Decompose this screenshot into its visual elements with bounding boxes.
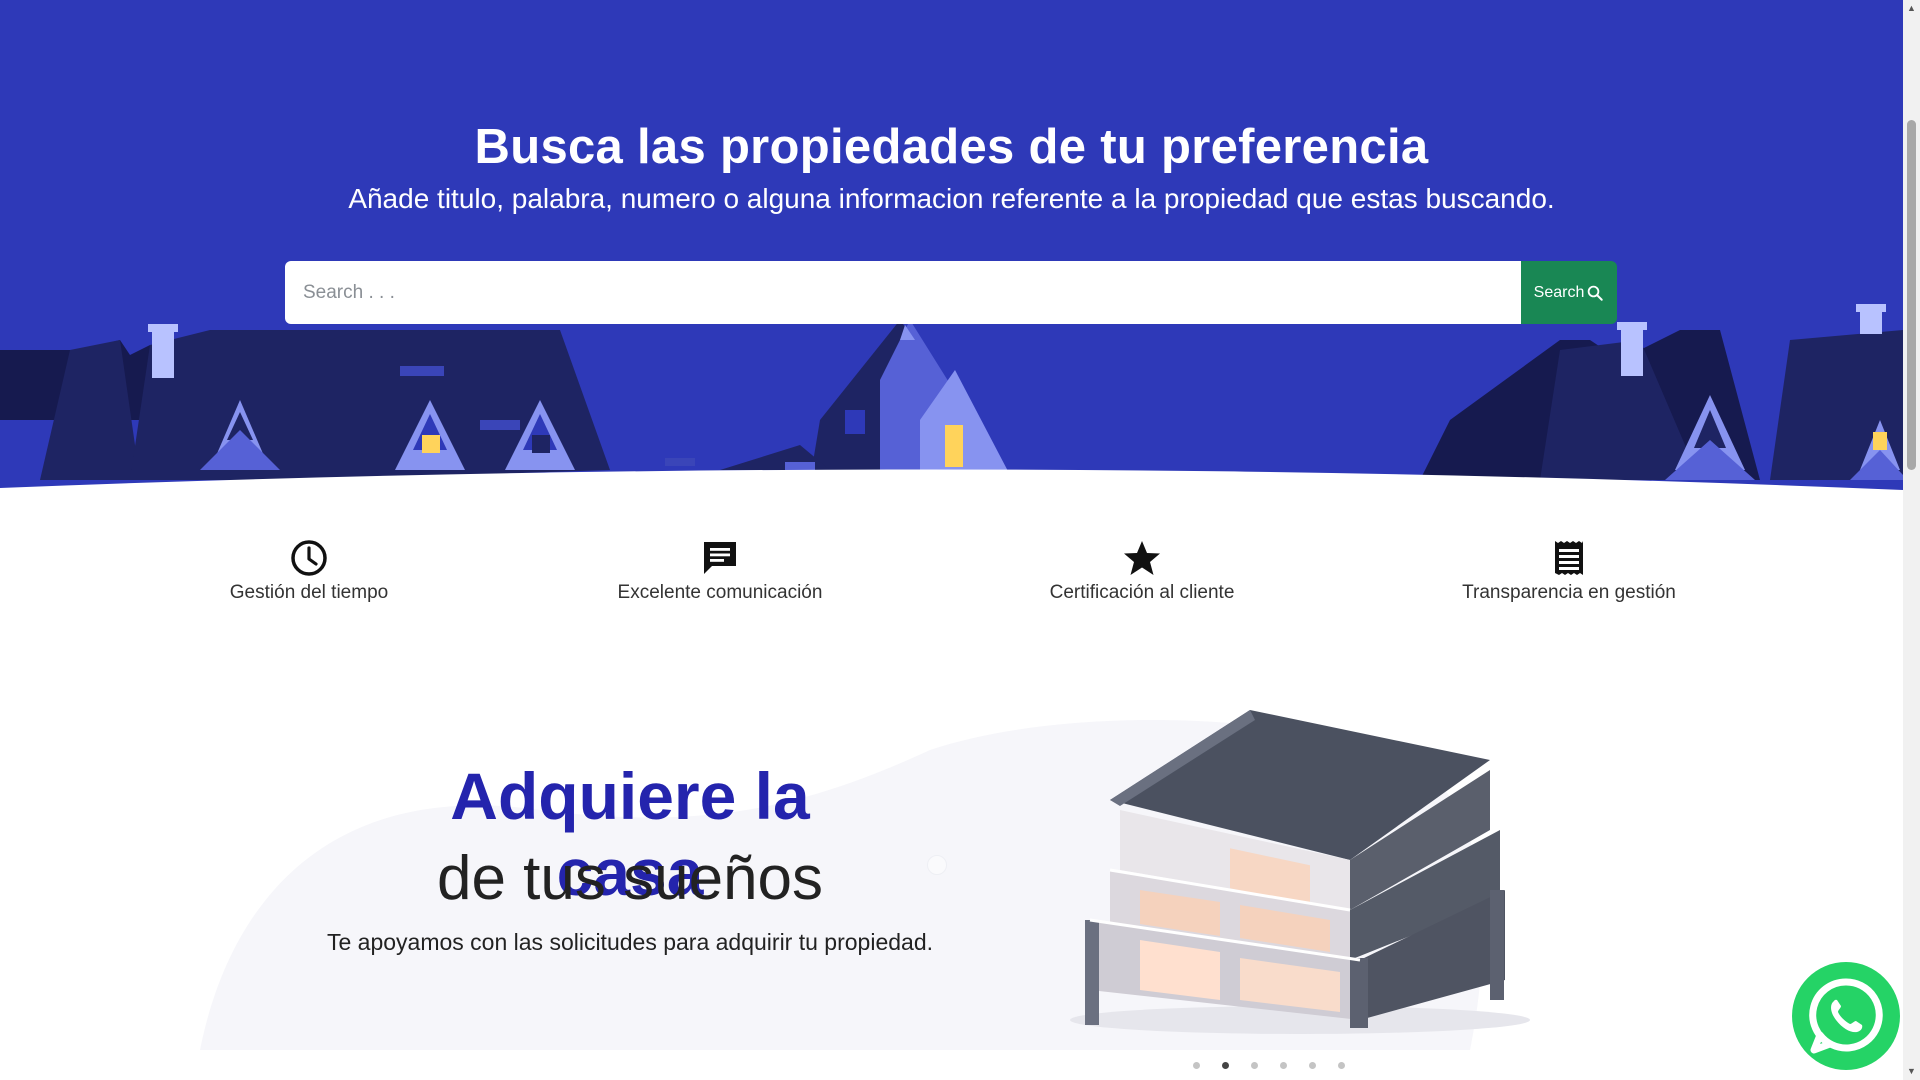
star-icon: [1124, 541, 1160, 575]
feature-certification: Certificación al cliente: [932, 538, 1352, 604]
feature-label: Excelente comunicación: [617, 582, 823, 603]
hero-title: Busca las propiedades de tu preferencia: [474, 119, 1429, 174]
carousel-dot[interactable]: [1338, 1062, 1345, 1069]
vertical-scrollbar[interactable]: ▲ ▼: [1903, 0, 1920, 1080]
scroll-down-arrow-icon[interactable]: ▼: [1903, 1063, 1920, 1080]
promo-title-line2: de tus sueños: [436, 844, 824, 913]
whatsapp-button[interactable]: [1790, 960, 1902, 1072]
scroll-up-arrow-icon[interactable]: ▲: [1903, 0, 1920, 17]
search-bar: Search: [285, 261, 1617, 324]
promo-description: Te apoyamos con las solicitudes para adq…: [326, 929, 934, 955]
house-image: [1070, 710, 1530, 1034]
carousel-dot[interactable]: [1193, 1062, 1200, 1069]
search-button-label: Search: [1533, 283, 1585, 301]
receipt-icon: [1555, 541, 1583, 575]
message-icon: [704, 542, 736, 574]
feature-time-management: Gestión del tiempo: [99, 538, 519, 604]
clock-icon: [291, 540, 327, 576]
background-blob: [200, 720, 1483, 1050]
feature-label: Transparencia en gestión: [1462, 582, 1676, 603]
carousel-dot[interactable]: [1222, 1062, 1229, 1069]
houses-illustration: [0, 304, 1903, 495]
carousel-indicators: [1193, 1062, 1345, 1069]
feature-communication: Excelente comunicación: [510, 538, 930, 604]
search-button[interactable]: Search: [1521, 261, 1617, 324]
feature-label: Gestión del tiempo: [229, 582, 389, 603]
feature-label: Certificación al cliente: [1049, 582, 1235, 603]
hero-subtitle: Añade titulo, palabra, numero o alguna i…: [348, 183, 1555, 214]
search-input[interactable]: [285, 261, 1521, 324]
carousel-prev-button[interactable]: [927, 855, 947, 875]
page: Busca las propiedades de tu preferencia …: [0, 0, 1903, 1080]
carousel-dot[interactable]: [1280, 1062, 1287, 1069]
search-icon: [1588, 285, 1604, 301]
carousel-dot[interactable]: [1251, 1062, 1258, 1069]
scrollbar-thumb[interactable]: [1907, 120, 1916, 470]
feature-transparency: Transparencia en gestión: [1359, 538, 1779, 604]
hero-section: Busca las propiedades de tu preferencia …: [0, 0, 1903, 495]
carousel-dot[interactable]: [1309, 1062, 1316, 1069]
